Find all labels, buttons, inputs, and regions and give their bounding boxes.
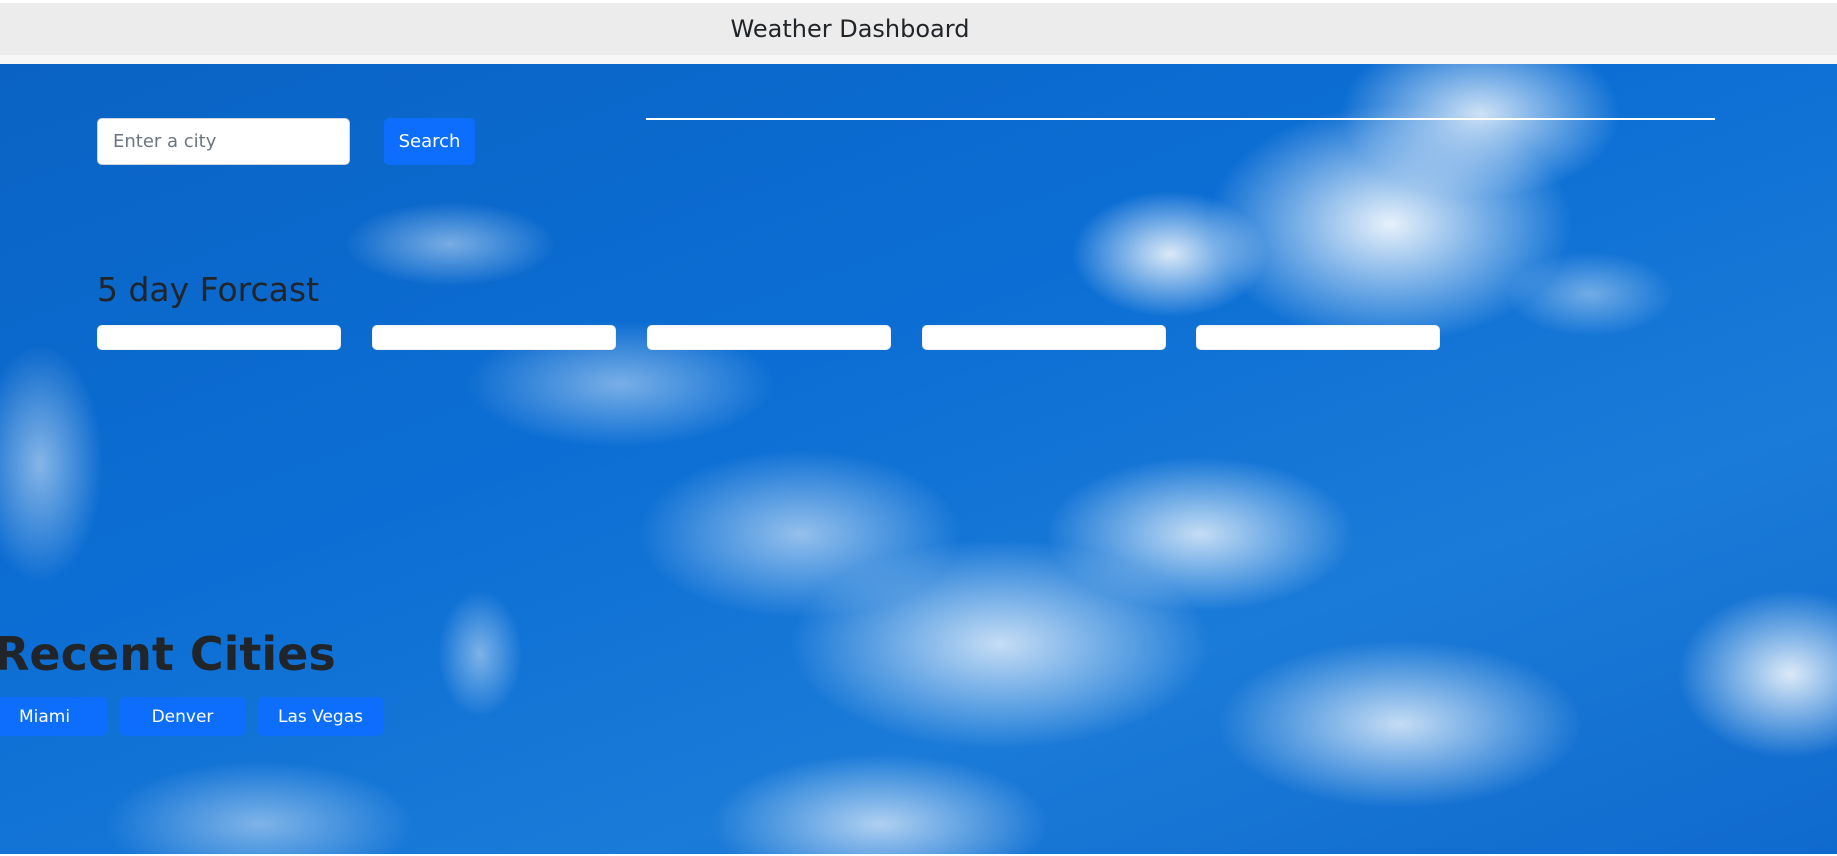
forecast-card-day-5 [1196, 325, 1440, 350]
forecast-card-day-1 [97, 325, 341, 350]
recent-cities-heading: Recent Cities [0, 627, 336, 681]
sky-background: Search 5 day Forcast Recent Cities Miami… [0, 64, 1837, 854]
page-title: Weather Dashboard [730, 15, 970, 43]
recent-city-button-denver[interactable]: Denver [120, 697, 245, 736]
forecast-heading: 5 day Forcast [97, 270, 320, 309]
app-header: Weather Dashboard [0, 3, 1837, 55]
current-weather-divider [646, 118, 1715, 120]
recent-city-button-las-vegas[interactable]: Las Vegas [258, 697, 383, 736]
forecast-card-day-3 [647, 325, 891, 350]
search-button[interactable]: Search [384, 118, 475, 165]
forecast-card-day-4 [922, 325, 1166, 350]
page: Weather Dashboard Search 5 day Forcast R… [0, 0, 1837, 856]
header-divider [0, 55, 1837, 64]
forecast-cards [97, 325, 1441, 350]
forecast-card-day-2 [372, 325, 616, 350]
recent-city-button-miami[interactable]: Miami [0, 697, 107, 736]
city-search-input[interactable] [97, 118, 350, 165]
